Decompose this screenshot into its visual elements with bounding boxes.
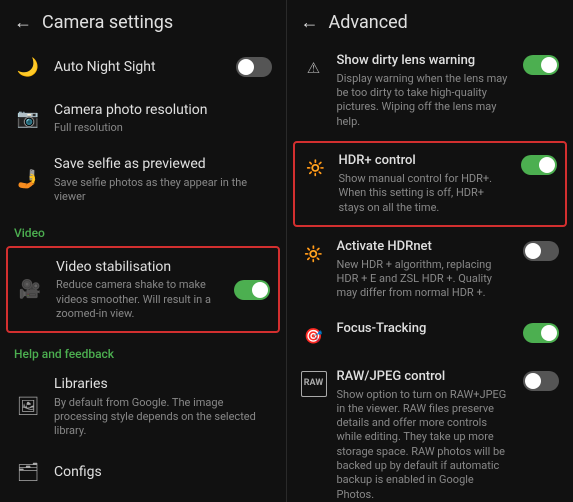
- left-panel: ← Camera settings 🌙 Auto Night Sight 📷 Came…: [0, 0, 286, 502]
- dirty-lens-text: Show dirty lens warning Display warning w…: [337, 53, 514, 129]
- section-label-video-section: Video: [0, 214, 286, 244]
- right-setting-raw-control[interactable]: RAW RAW/JPEG control Show option to turn o…: [287, 359, 573, 502]
- auto-night-sight-title: Auto Night Sight: [54, 58, 224, 76]
- hdrnet-title: Activate HDRnet: [337, 239, 514, 256]
- setting-item-libraries: 🖼 Libraries By default from Google. The im…: [0, 365, 286, 448]
- video-stabilisation-sub: Reduce camera shake to make videos smoot…: [56, 278, 222, 321]
- video-stabilisation-text: Video stabilisation Reduce camera shake t…: [56, 258, 222, 321]
- setting-item-video-stabilisation[interactable]: 🎥 Video stabilisation Reduce camera shake …: [6, 246, 280, 333]
- setting-item-auto-night-sight[interactable]: 🌙 Auto Night Sight: [0, 43, 286, 91]
- dirty-lens-icon: ⚠: [301, 55, 327, 81]
- auto-night-sight-toggle[interactable]: [236, 57, 272, 77]
- hdrnet-icon: 🔆: [301, 241, 327, 267]
- save-selfie-title: Save selfie as previewed: [54, 155, 272, 173]
- save-selfie-text: Save selfie as previewed Save selfie phot…: [54, 155, 272, 204]
- right-header: ← Advanced: [287, 0, 573, 43]
- right-setting-hdrnet[interactable]: 🔆 Activate HDRnet New HDR + algorithm, rep…: [287, 229, 573, 311]
- hdrnet-sub: New HDR + algorithm, replacing HDR + E a…: [337, 258, 514, 301]
- camera-photo-resolution-title: Camera photo resolution: [54, 101, 272, 119]
- dirty-lens-sub: Display warning when the lens may be too…: [337, 72, 514, 129]
- video-stabilisation-icon: 🎥: [16, 276, 44, 304]
- focus-tracking-text: Focus-Tracking: [337, 321, 514, 338]
- raw-control-sub: Show option to turn on RAW+JPEG in the v…: [337, 388, 514, 502]
- focus-tracking-icon: 🎯: [301, 323, 327, 349]
- camera-photo-resolution-sub: Full resolution: [54, 121, 272, 135]
- auto-night-sight-icon: 🌙: [14, 53, 42, 81]
- right-setting-focus-tracking[interactable]: 🎯 Focus-Tracking: [287, 311, 573, 359]
- libraries-sub: By default from Google. The image proces…: [54, 396, 272, 439]
- left-header: ← Camera settings: [0, 0, 286, 43]
- auto-night-sight-text: Auto Night Sight: [54, 58, 224, 76]
- left-title: Camera settings: [42, 12, 173, 33]
- libraries-icon: 🖼: [14, 393, 42, 421]
- right-back-icon[interactable]: ←: [301, 12, 319, 33]
- setting-item-camera-photo-resolution: 📷 Camera photo resolution Full resolution: [0, 91, 286, 145]
- right-content: ⚠ Show dirty lens warning Display warning …: [287, 43, 573, 502]
- setting-item-save-selfie: 🤳 Save selfie as previewed Save selfie pho…: [0, 145, 286, 214]
- left-content: 🌙 Auto Night Sight 📷 Camera photo resolutio…: [0, 43, 286, 502]
- configs-text: Configs: [54, 463, 272, 481]
- dirty-lens-title: Show dirty lens warning: [337, 53, 514, 70]
- video-stabilisation-title: Video stabilisation: [56, 258, 222, 276]
- camera-photo-resolution-icon: 📷: [14, 104, 42, 132]
- camera-photo-resolution-text: Camera photo resolution Full resolution: [54, 101, 272, 135]
- hdr-control-icon: 🔆: [303, 155, 329, 181]
- left-back-icon[interactable]: ←: [14, 12, 32, 33]
- right-setting-dirty-lens[interactable]: ⚠ Show dirty lens warning Display warning …: [287, 43, 573, 139]
- configs-icon: 🗂: [14, 458, 42, 486]
- raw-control-icon: RAW: [301, 371, 327, 397]
- raw-control-text: RAW/JPEG control Show option to turn on R…: [337, 369, 514, 502]
- focus-tracking-toggle[interactable]: [523, 323, 559, 343]
- hdr-control-text: HDR+ control Show manual control for HDR+…: [339, 153, 512, 215]
- hdr-control-sub: Show manual control for HDR+. When this …: [339, 172, 512, 215]
- right-setting-hdr-control[interactable]: 🔆 HDR+ control Show manual control for HDR…: [293, 141, 568, 227]
- hdrnet-text: Activate HDRnet New HDR + algorithm, repl…: [337, 239, 514, 301]
- hdr-control-toggle[interactable]: [521, 155, 557, 175]
- raw-control-toggle[interactable]: [523, 371, 559, 391]
- libraries-title: Libraries: [54, 375, 272, 393]
- focus-tracking-title: Focus-Tracking: [337, 321, 514, 338]
- hdrnet-toggle[interactable]: [523, 241, 559, 261]
- hdr-control-title: HDR+ control: [339, 153, 512, 170]
- right-panel: ← Advanced ⚠ Show dirty lens warning Displ…: [287, 0, 573, 502]
- video-stabilisation-toggle[interactable]: [234, 280, 270, 300]
- setting-item-gallery: 🎞GalleryDefault gallery is Google Photos: [0, 496, 286, 502]
- section-label-help-section: Help and feedback: [0, 335, 286, 365]
- save-selfie-icon: 🤳: [14, 166, 42, 194]
- setting-item-configs: 🗂 Configs: [0, 448, 286, 496]
- configs-title: Configs: [54, 463, 272, 481]
- right-title: Advanced: [329, 12, 408, 33]
- dirty-lens-toggle[interactable]: [523, 55, 559, 75]
- save-selfie-sub: Save selfie photos as they appear in the…: [54, 176, 272, 205]
- libraries-text: Libraries By default from Google. The ima…: [54, 375, 272, 438]
- raw-control-title: RAW/JPEG control: [337, 369, 514, 386]
